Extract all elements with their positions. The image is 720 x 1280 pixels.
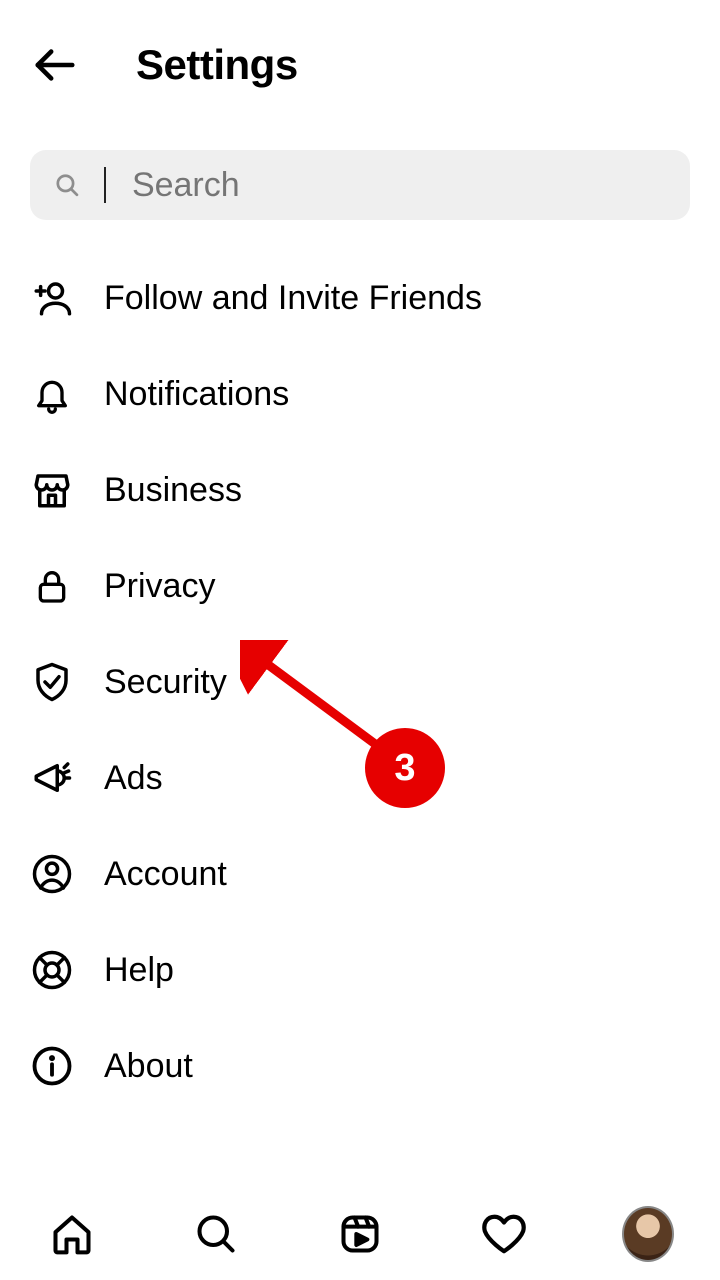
list-item-ads[interactable]: Ads <box>30 730 690 826</box>
list-item-about[interactable]: About <box>30 1018 690 1114</box>
search-icon <box>194 1212 238 1256</box>
reels-icon <box>338 1212 382 1256</box>
add-user-icon <box>30 276 74 320</box>
list-item-business[interactable]: Business <box>30 442 690 538</box>
search-field[interactable] <box>30 150 690 220</box>
heart-icon <box>481 1211 527 1257</box>
life-ring-icon <box>30 948 74 992</box>
info-circle-icon <box>30 1044 74 1088</box>
user-circle-icon <box>30 852 74 896</box>
nav-profile[interactable] <box>622 1208 674 1260</box>
settings-list: Follow and Invite Friends Notifications … <box>0 230 720 1114</box>
header: Settings <box>0 0 720 110</box>
list-item-label: Ads <box>104 759 163 798</box>
search-icon <box>54 170 80 200</box>
search-container <box>0 110 720 230</box>
list-item-label: Account <box>104 855 227 894</box>
list-item-follow-invite[interactable]: Follow and Invite Friends <box>30 250 690 346</box>
storefront-icon <box>30 468 74 512</box>
list-item-privacy[interactable]: Privacy <box>30 538 690 634</box>
back-button[interactable] <box>30 40 80 90</box>
shield-check-icon <box>30 660 74 704</box>
nav-reels[interactable] <box>334 1208 386 1260</box>
profile-avatar <box>622 1206 674 1262</box>
list-item-label: Notifications <box>104 375 289 414</box>
lock-icon <box>30 564 74 608</box>
nav-activity[interactable] <box>478 1208 530 1260</box>
list-item-label: Privacy <box>104 567 215 606</box>
bell-icon <box>30 372 74 416</box>
text-cursor <box>104 167 106 203</box>
settings-screen: Settings Follow and Invite Friends Notif… <box>0 0 720 1280</box>
list-item-security[interactable]: Security <box>30 634 690 730</box>
nav-search[interactable] <box>190 1208 242 1260</box>
list-item-help[interactable]: Help <box>30 922 690 1018</box>
list-item-label: About <box>104 1047 193 1086</box>
list-item-label: Help <box>104 951 174 990</box>
page-title: Settings <box>136 41 298 89</box>
list-item-label: Business <box>104 471 242 510</box>
home-icon <box>50 1212 94 1256</box>
megaphone-icon <box>30 756 74 800</box>
list-item-label: Follow and Invite Friends <box>104 279 482 318</box>
list-item-label: Security <box>104 663 227 702</box>
arrow-left-icon <box>32 42 78 88</box>
search-input[interactable] <box>132 166 666 205</box>
bottom-nav <box>0 1188 720 1280</box>
list-item-notifications[interactable]: Notifications <box>30 346 690 442</box>
nav-home[interactable] <box>46 1208 98 1260</box>
list-item-account[interactable]: Account <box>30 826 690 922</box>
